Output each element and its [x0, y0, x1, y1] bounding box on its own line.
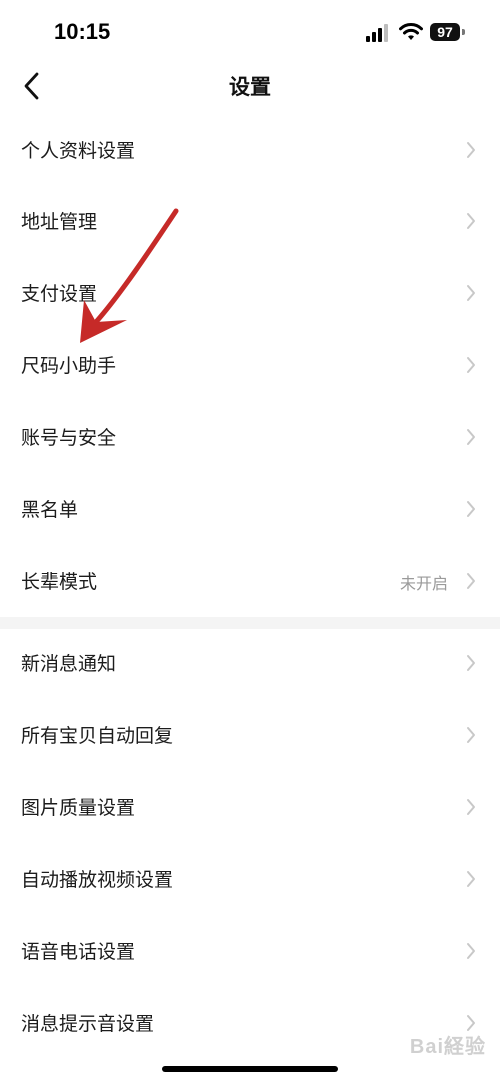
chevron-right-icon — [467, 429, 475, 445]
settings-row-image-quality[interactable]: 图片质量设置 — [0, 771, 500, 843]
settings-row-blacklist[interactable]: 黑名单 — [0, 473, 500, 545]
row-label: 图片质量设置 — [21, 797, 136, 819]
row-label: 新消息通知 — [21, 653, 117, 675]
row-label: 所有宝贝自动回复 — [21, 725, 174, 747]
battery-icon: 97 — [430, 23, 460, 41]
chevron-right-icon — [467, 943, 475, 959]
settings-row-profile[interactable]: 个人资料设置 — [0, 114, 500, 186]
chevron-right-icon — [467, 799, 475, 815]
chevron-right-icon — [467, 655, 475, 671]
row-label: 长辈模式 — [21, 571, 98, 593]
settings-row-auto-reply[interactable]: 所有宝贝自动回复 — [0, 699, 500, 771]
settings-row-elder-mode[interactable]: 长辈模式 未开启 — [0, 545, 500, 617]
signal-icon — [366, 22, 390, 42]
row-label: 语音电话设置 — [21, 941, 136, 963]
chevron-right-icon — [467, 285, 475, 301]
row-label: 黑名单 — [21, 499, 79, 521]
chevron-right-icon — [467, 727, 475, 743]
settings-row-payment[interactable]: 支付设置 — [0, 257, 500, 329]
page-title: 设置 — [229, 75, 271, 99]
row-label: 账号与安全 — [21, 427, 117, 449]
row-label: 自动播放视频设置 — [21, 869, 174, 891]
settings-row-voice-call[interactable]: 语音电话设置 — [0, 915, 500, 987]
chevron-right-icon — [467, 357, 475, 373]
chevron-right-icon — [467, 871, 475, 887]
chevron-right-icon — [467, 142, 475, 158]
status-time: 10:15 — [54, 19, 111, 44]
settings-row-account-security[interactable]: 账号与安全 — [0, 401, 500, 473]
chevron-right-icon — [467, 501, 475, 517]
wifi-icon — [399, 23, 423, 40]
chevron-right-icon — [467, 213, 475, 229]
settings-row-size-helper[interactable]: 尺码小助手 — [0, 329, 500, 401]
settings-row-notifications[interactable]: 新消息通知 — [0, 627, 500, 699]
settings-row-autoplay-video[interactable]: 自动播放视频设置 — [0, 843, 500, 915]
home-indicator[interactable] — [162, 1066, 338, 1072]
row-label: 地址管理 — [21, 211, 98, 233]
status-icons: 97 — [366, 22, 466, 44]
status-bar: 10:15 97 — [0, 0, 500, 66]
battery-tip — [462, 29, 465, 35]
settings-row-address[interactable]: 地址管理 — [0, 185, 500, 257]
chevron-right-icon — [467, 573, 475, 589]
row-label: 个人资料设置 — [21, 140, 136, 162]
row-label: 消息提示音设置 — [21, 1013, 155, 1035]
row-label: 支付设置 — [21, 283, 98, 305]
elder-mode-status: 未开启 — [399, 574, 448, 593]
watermark-logo: Bai経验 — [409, 1036, 486, 1058]
row-label: 尺码小助手 — [21, 355, 117, 377]
nav-bar: 设置 — [0, 66, 500, 106]
